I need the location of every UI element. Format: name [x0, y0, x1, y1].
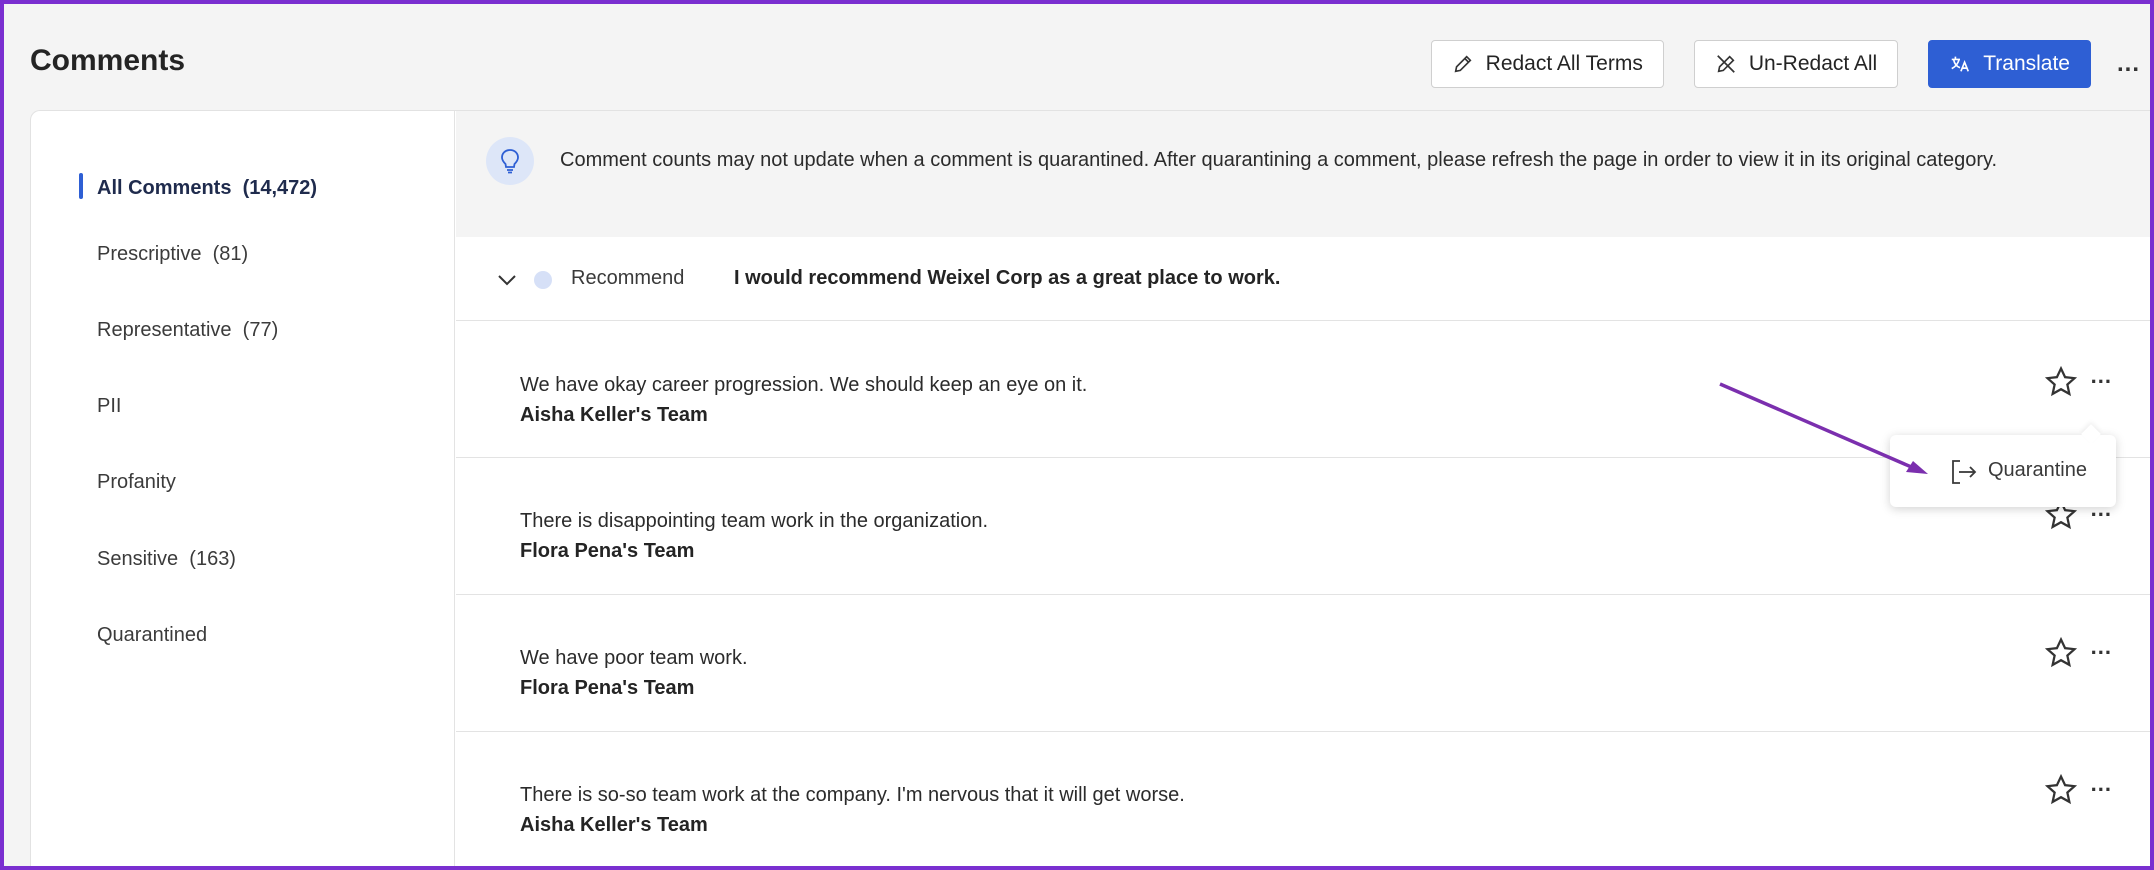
comment-text: There is so-so team work at the company.…: [520, 784, 1185, 806]
star-icon[interactable]: [2044, 636, 2078, 670]
question-category: Recommend: [571, 267, 685, 289]
sidebar-item-sensitive[interactable]: Sensitive (163): [97, 548, 236, 571]
sidebar-item-pii[interactable]: PII: [97, 395, 121, 418]
star-icon[interactable]: [2044, 365, 2078, 399]
un-redact-all-label: Un-Redact All: [1748, 52, 1878, 75]
comment-text: We have okay career progression. We shou…: [520, 374, 1088, 396]
comments-card: All Comments (14,472) Prescriptive (81) …: [30, 110, 2154, 870]
sidebar-item-label: Profanity: [97, 471, 176, 493]
chevron-down-icon[interactable]: [496, 269, 518, 291]
comment-team: Aisha Keller's Team: [520, 404, 708, 426]
sidebar-item-count: (14,472): [242, 177, 318, 199]
quarantine-icon: [1952, 460, 1977, 484]
redact-all-terms-button[interactable]: Redact All Terms: [1430, 40, 1664, 88]
comment-text: There is disappointing team work in the …: [520, 510, 989, 532]
page-title: Comments: [30, 44, 186, 77]
sidebar-item-prescriptive[interactable]: Prescriptive (81): [97, 243, 248, 266]
sidebar-item-quarantined[interactable]: Quarantined: [97, 624, 207, 647]
comment-text: We have poor team work.: [520, 647, 748, 669]
question-row[interactable]: Recommend I would recommend Weixel Corp …: [456, 237, 2154, 321]
active-indicator: [79, 173, 83, 199]
banner-message: Comment counts may not update when a com…: [560, 149, 1998, 171]
comment-more-button[interactable]: ...: [2091, 634, 2112, 660]
question-text: I would recommend Weixel Corp as a great…: [734, 267, 1281, 289]
translate-button[interactable]: Translate: [1928, 40, 2091, 88]
sidebar-item-representative[interactable]: Representative (77): [97, 319, 278, 342]
redact-all-terms-label: Redact All Terms: [1485, 52, 1643, 75]
sidebar-item-label: PII: [97, 395, 122, 417]
category-sidebar: All Comments (14,472) Prescriptive (81) …: [31, 111, 455, 870]
un-redact-all-button[interactable]: Un-Redact All: [1693, 40, 1899, 88]
comment-more-button[interactable]: ...: [2091, 771, 2112, 797]
translate-label: Translate: [1983, 52, 2070, 75]
info-banner: Comment counts may not update when a com…: [456, 111, 2154, 237]
page-more-options-button[interactable]: ...: [2117, 50, 2140, 78]
sidebar-item-label: Quarantined: [97, 624, 208, 646]
comment-team: Flora Pena's Team: [520, 677, 695, 699]
toolbar: Redact All Terms Un-Redact All Translate…: [1430, 40, 2140, 88]
comment-team: Aisha Keller's Team: [520, 814, 708, 836]
sidebar-item-count: (81): [212, 243, 249, 265]
question-dot: [534, 271, 552, 289]
sidebar-item-label: Sensitive: [97, 548, 179, 570]
comment-team: Flora Pena's Team: [520, 540, 695, 562]
sidebar-item-count: (77): [242, 319, 279, 341]
pencil-icon: [1454, 55, 1472, 73]
sidebar-item-label: All Comments: [97, 177, 232, 199]
quarantine-menu-item[interactable]: Quarantine: [1988, 459, 2087, 482]
sidebar-item-count: (163): [189, 548, 236, 570]
sidebar-item-profanity[interactable]: Profanity: [97, 471, 176, 494]
sidebar-item-all-comments[interactable]: All Comments (14,472): [97, 177, 317, 200]
comment-options-menu: Quarantine: [1890, 435, 2116, 507]
comment-row: There is so-so team work at the company.…: [456, 732, 2154, 869]
sidebar-item-label: Representative: [97, 319, 232, 341]
star-icon[interactable]: [2044, 773, 2078, 807]
translate-icon: [1951, 56, 1970, 72]
pencil-off-icon: [1716, 55, 1735, 73]
lightbulb-icon: [486, 137, 534, 185]
sidebar-item-label: Prescriptive: [97, 243, 202, 265]
comment-row: We have poor team work. Flora Pena's Tea…: [456, 595, 2154, 732]
comment-more-button[interactable]: ...: [2091, 363, 2112, 389]
